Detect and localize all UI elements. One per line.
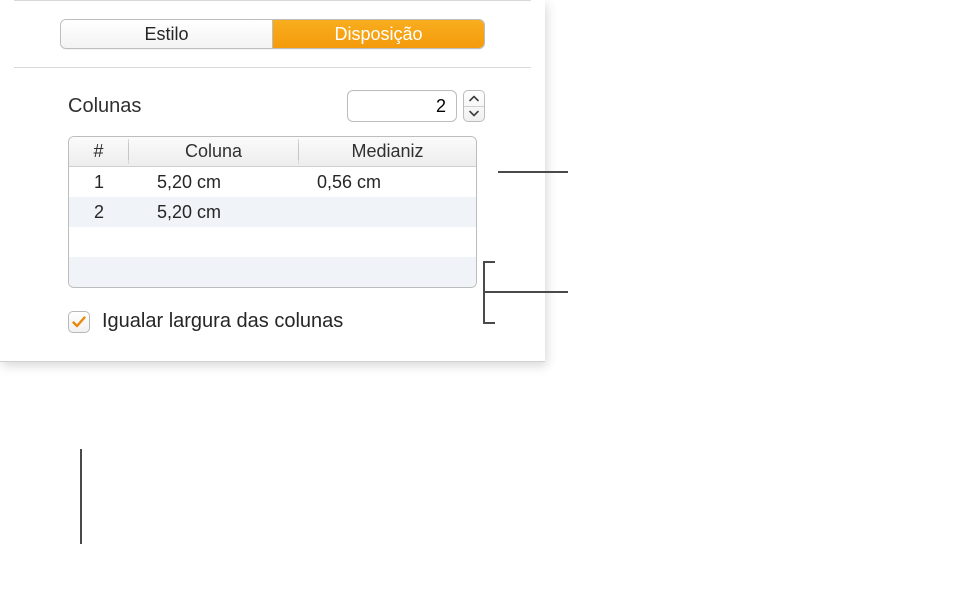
tab-style[interactable]: Estilo xyxy=(61,20,272,48)
tab-style-label: Estilo xyxy=(144,24,188,45)
stepper-down-button[interactable] xyxy=(464,106,484,122)
header-num[interactable]: # xyxy=(69,139,129,164)
chevron-down-icon xyxy=(469,110,479,117)
callout-line xyxy=(498,171,568,173)
columns-stepper xyxy=(463,90,485,122)
callout-line xyxy=(483,261,495,263)
table-body: 1 5,20 cm 0,56 cm 2 5,20 cm xyxy=(69,167,476,287)
tab-layout[interactable]: Disposição xyxy=(272,20,484,48)
table-row[interactable]: 2 5,20 cm xyxy=(69,197,476,227)
table-row-empty xyxy=(69,257,476,287)
stepper-up-button[interactable] xyxy=(464,91,484,106)
segmented-control: Estilo Disposição xyxy=(60,19,485,49)
check-icon xyxy=(71,314,87,330)
table-header: # Coluna Medianiz xyxy=(69,137,476,167)
cell-column[interactable]: 5,20 cm xyxy=(129,170,299,195)
divider xyxy=(14,0,531,1)
callout-line xyxy=(483,291,568,293)
chevron-up-icon xyxy=(469,95,479,102)
table-row[interactable]: 1 5,20 cm 0,56 cm xyxy=(69,167,476,197)
callout-line xyxy=(483,322,495,324)
cell-num: 2 xyxy=(69,200,129,225)
columns-stepper-group xyxy=(347,90,485,122)
columns-table: # Coluna Medianiz 1 5,20 cm 0,56 cm 2 5,… xyxy=(68,136,477,288)
callout-line xyxy=(80,449,82,544)
layout-inspector-panel: Estilo Disposição Colunas # Coluna Media… xyxy=(0,0,545,362)
equal-width-label: Igualar largura das colunas xyxy=(102,310,343,333)
columns-row: Colunas xyxy=(0,68,545,136)
header-gutter[interactable]: Medianiz xyxy=(299,139,476,164)
cell-num: 1 xyxy=(69,170,129,195)
equal-width-row: Igualar largura das colunas xyxy=(0,288,545,361)
equal-width-checkbox[interactable] xyxy=(68,311,90,333)
tab-layout-label: Disposição xyxy=(334,24,422,45)
cell-gutter[interactable]: 0,56 cm xyxy=(299,170,476,195)
header-column[interactable]: Coluna xyxy=(129,139,299,164)
cell-gutter[interactable] xyxy=(299,210,476,214)
table-row-empty xyxy=(69,227,476,257)
columns-label: Colunas xyxy=(68,95,141,118)
cell-column[interactable]: 5,20 cm xyxy=(129,200,299,225)
columns-input[interactable] xyxy=(347,90,457,122)
